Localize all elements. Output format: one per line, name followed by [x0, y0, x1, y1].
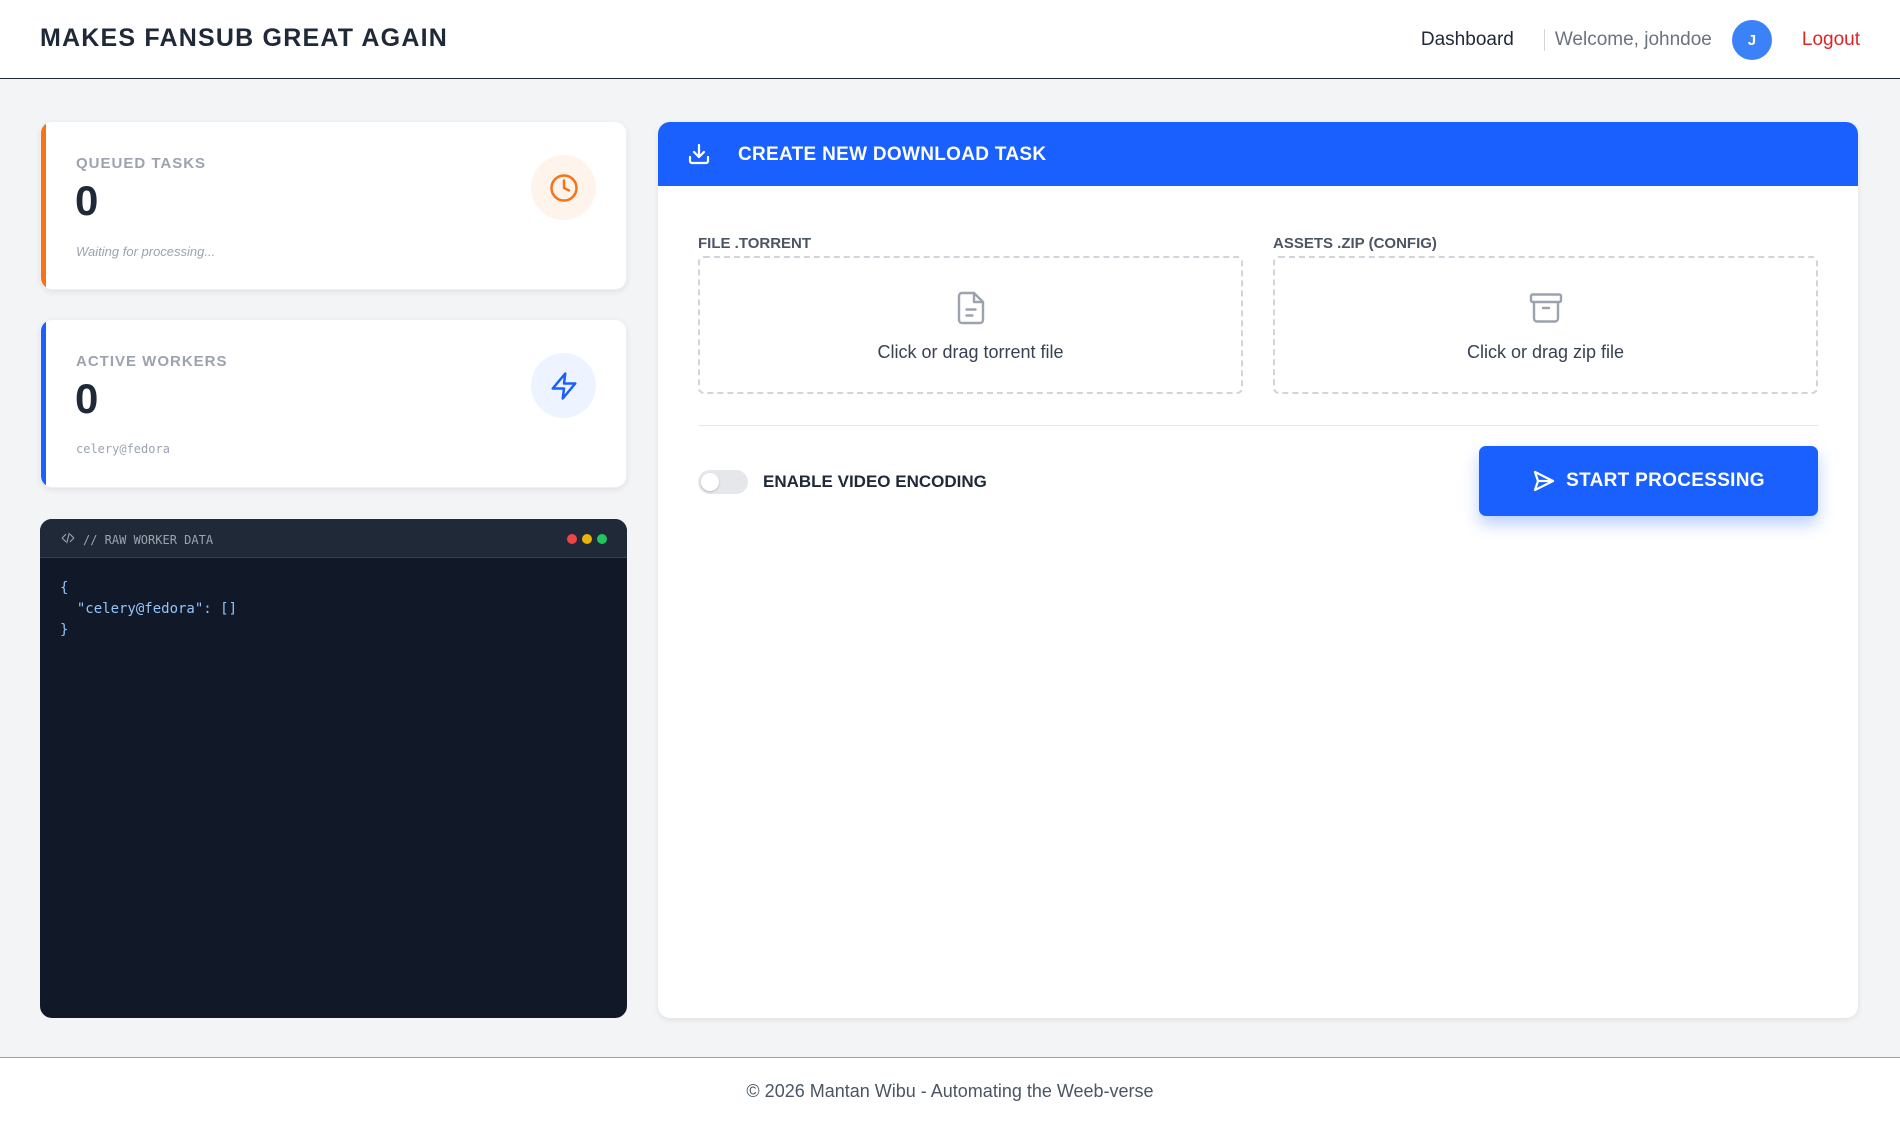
panel-header: CREATE NEW DOWNLOAD TASK	[658, 122, 1858, 186]
clock-icon	[531, 155, 596, 220]
dashboard-link[interactable]: Dashboard	[1421, 29, 1514, 51]
torrent-dropzone[interactable]: Click or drag torrent file	[698, 256, 1243, 394]
terminal-header: // RAW WORKER DATA	[40, 519, 627, 558]
code-icon	[61, 531, 83, 548]
active-workers-label: ACTIVE WORKERS	[76, 353, 228, 370]
footer: © 2026 Mantan Wibu - Automating the Weeb…	[0, 1057, 1900, 1125]
footer-text: © 2026 Mantan Wibu - Automating the Weeb…	[746, 1081, 1154, 1101]
send-icon	[1532, 469, 1556, 493]
lightning-icon	[531, 353, 596, 418]
file-icon	[953, 290, 989, 331]
toggle-knob	[701, 473, 719, 491]
zip-dropzone[interactable]: Click or drag zip file	[1273, 256, 1818, 394]
window-dots	[562, 534, 607, 544]
avatar[interactable]: J	[1731, 20, 1772, 60]
terminal-title: // RAW WORKER DATA	[61, 531, 213, 548]
queued-tasks-card: QUEUED TASKS 0 Waiting for processing...	[40, 121, 627, 290]
active-workers-value: 0	[75, 375, 99, 422]
torrent-field-label: FILE .TORRENT	[698, 235, 812, 252]
card-accent-bar	[41, 122, 46, 289]
queued-tasks-value: 0	[75, 177, 99, 224]
download-icon	[687, 142, 711, 171]
terminal-title-text: // RAW WORKER DATA	[83, 532, 214, 547]
section-divider	[698, 425, 1818, 426]
queued-tasks-label: QUEUED TASKS	[76, 155, 207, 172]
archive-icon	[1528, 290, 1564, 331]
raw-worker-data-terminal: // RAW WORKER DATA { "celery@fedora": []…	[40, 519, 627, 1018]
nav-divider	[1543, 29, 1545, 51]
torrent-dropzone-text: Click or drag torrent file	[877, 342, 1064, 362]
brand-title: MAKES FANSUB GREAT AGAIN	[40, 24, 448, 52]
red-dot-icon	[567, 534, 577, 544]
terminal-content: { "celery@fedora": [] }	[60, 580, 238, 638]
active-workers-subtext: celery@fedora	[76, 442, 170, 456]
video-encoding-label[interactable]: ENABLE VIDEO ENCODING	[763, 472, 987, 492]
welcome-text: Welcome, johndoe	[1554, 29, 1712, 50]
active-workers-card: ACTIVE WORKERS 0 celery@fedora	[40, 319, 627, 488]
navbar: MAKES FANSUB GREAT AGAIN Dashboard Welco…	[0, 0, 1900, 79]
start-processing-button[interactable]: START PROCESSING	[1479, 446, 1818, 516]
yellow-dot-icon	[582, 534, 592, 544]
zip-field-label: ASSETS .ZIP (CONFIG)	[1273, 235, 1437, 252]
logout-link[interactable]: Logout	[1802, 29, 1860, 51]
queued-tasks-subtext: Waiting for processing...	[76, 244, 216, 259]
start-processing-label: START PROCESSING	[1566, 470, 1765, 491]
green-dot-icon	[597, 534, 607, 544]
panel-title: CREATE NEW DOWNLOAD TASK	[738, 144, 1047, 165]
nav-right: Dashboard Welcome, johndoe J Logout	[1421, 20, 1860, 60]
create-task-panel: CREATE NEW DOWNLOAD TASK FILE .TORRENT C…	[658, 122, 1858, 1018]
video-encoding-toggle[interactable]	[698, 470, 748, 494]
card-accent-bar	[41, 320, 46, 487]
zip-dropzone-text: Click or drag zip file	[1466, 342, 1625, 362]
